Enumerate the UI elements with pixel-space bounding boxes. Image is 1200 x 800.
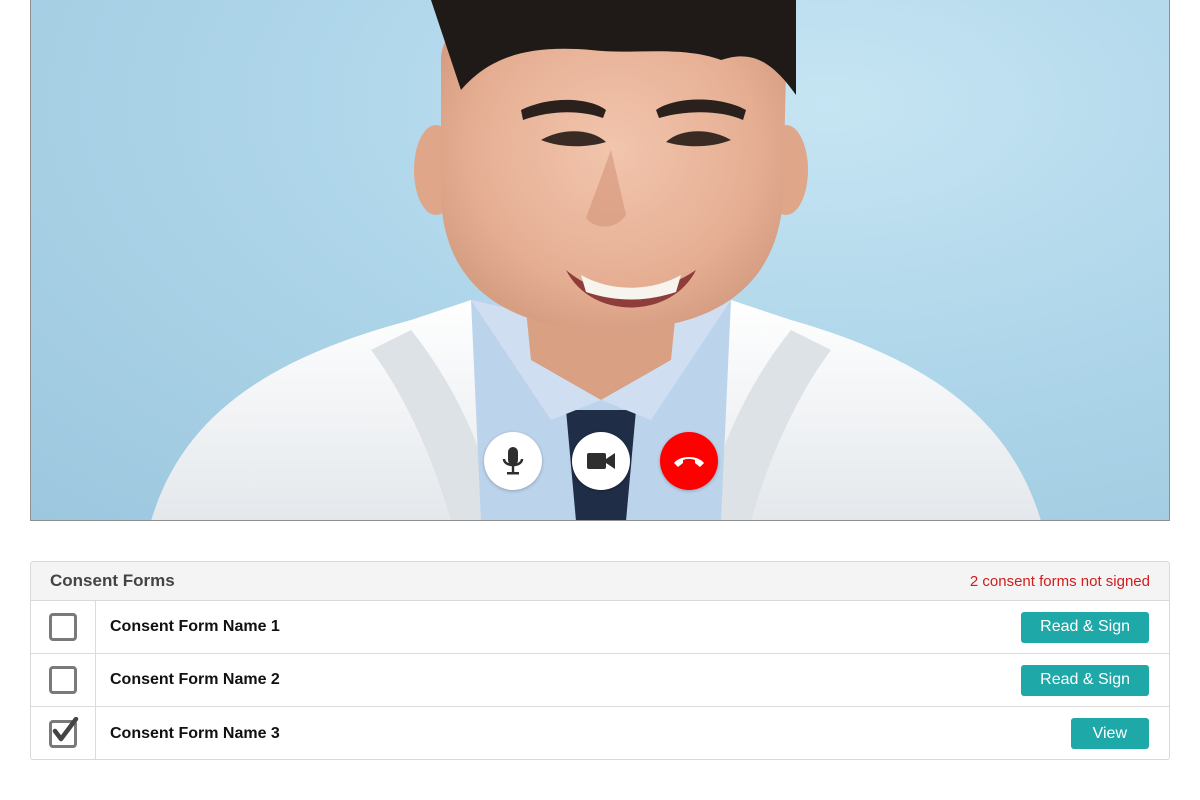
hang-up-icon bbox=[674, 457, 704, 467]
consent-checkbox-1[interactable] bbox=[49, 613, 77, 641]
video-feed bbox=[30, 0, 1170, 521]
checkbox-cell bbox=[31, 707, 96, 759]
consent-checkbox-2[interactable] bbox=[49, 666, 77, 694]
unsigned-status: 2 consent forms not signed bbox=[969, 572, 1150, 590]
end-call-button[interactable] bbox=[660, 432, 718, 490]
panel-title: Consent Forms bbox=[50, 571, 175, 590]
read-sign-button[interactable]: Read & Sign bbox=[1021, 664, 1149, 696]
call-controls bbox=[31, 432, 1169, 490]
checkbox-cell bbox=[31, 601, 96, 653]
action-cell: Read & Sign bbox=[1021, 664, 1169, 696]
mic-button[interactable] bbox=[484, 432, 542, 490]
action-cell: View bbox=[1070, 718, 1169, 749]
consent-row: Consent Form Name 3 View bbox=[31, 707, 1169, 759]
microphone-icon bbox=[502, 447, 524, 475]
panel-header: Consent Forms 2 consent forms not signed bbox=[31, 562, 1169, 601]
video-camera-icon bbox=[587, 453, 615, 469]
consent-forms-panel: Consent Forms 2 consent forms not signed… bbox=[30, 561, 1170, 760]
camera-button[interactable] bbox=[572, 432, 630, 490]
view-button[interactable]: View bbox=[1070, 718, 1149, 749]
checkmark-icon bbox=[52, 716, 79, 741]
consent-row: Consent Form Name 1 Read & Sign bbox=[31, 601, 1169, 654]
read-sign-button[interactable]: Read & Sign bbox=[1021, 611, 1149, 643]
consent-row: Consent Form Name 2 Read & Sign bbox=[31, 654, 1169, 707]
consent-form-name: Consent Form Name 2 bbox=[110, 671, 280, 688]
consent-form-name: Consent Form Name 1 bbox=[110, 618, 280, 635]
action-cell: Read & Sign bbox=[1021, 611, 1169, 643]
consent-checkbox-3[interactable] bbox=[49, 716, 79, 748]
checkbox-cell bbox=[31, 654, 96, 706]
consent-form-name: Consent Form Name 3 bbox=[110, 724, 280, 742]
